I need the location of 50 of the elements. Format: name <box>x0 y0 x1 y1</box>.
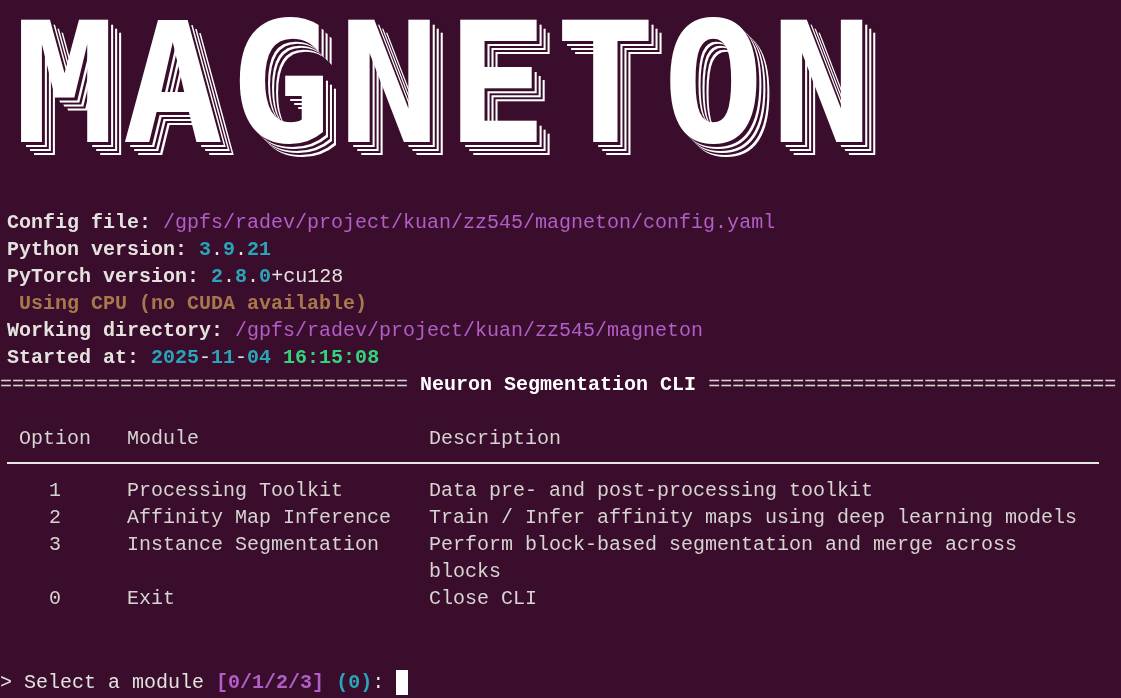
number-text: 11 <box>211 345 236 371</box>
prompt-text: Select a module <box>24 670 205 696</box>
option-number: 0 <box>48 586 62 612</box>
prompt-colon: : <box>372 670 385 696</box>
banner-title: Neuron Segmentation CLI <box>420 372 697 398</box>
choices-text: [0/1/2/3] <box>216 670 325 696</box>
field-label: Started at: <box>7 345 141 371</box>
column-header: Module <box>127 426 200 452</box>
module-name: Processing Toolkit <box>127 478 345 504</box>
rule-text: ================================== <box>708 372 1117 398</box>
field-label: Working directory: <box>7 318 225 344</box>
module-name: Instance Segmentation <box>127 532 381 558</box>
number-text: 8 <box>235 264 248 290</box>
number-text: 21 <box>247 237 272 263</box>
column-header: Description <box>429 426 563 452</box>
value-text: +cu128 <box>271 264 344 290</box>
value-text: . <box>247 264 260 290</box>
path-text: /gpfs/radev/project/kuan/zz545/magneton/config.yaml <box>163 210 776 236</box>
module-description: Perform block-based segmentation and merge across blocks <box>429 532 1019 585</box>
path-text: /gpfs/radev/project/kuan/zz545/magneton <box>235 318 704 344</box>
module-name: Affinity Map Inference <box>127 505 393 531</box>
warning-text: Using CPU (no CUDA available) <box>18 291 368 317</box>
number-text: 0 <box>259 264 272 290</box>
time-text: 16:15:08 <box>282 345 380 371</box>
module-description: Close CLI <box>429 586 539 612</box>
option-number: 1 <box>48 478 62 504</box>
field-label: Python version: <box>7 237 189 263</box>
number-text: 9 <box>223 237 236 263</box>
value-text: - <box>199 345 212 371</box>
module-name: Exit <box>127 586 176 612</box>
option-number: 3 <box>48 532 62 558</box>
field-label: PyTorch version: <box>7 264 201 290</box>
value-text: - <box>235 345 248 371</box>
rule-text: ================================== <box>0 372 409 398</box>
module-description: Train / Infer affinity maps using deep learning models <box>429 505 1079 531</box>
prompt-marker: > <box>0 670 12 696</box>
value-text: . <box>223 264 236 290</box>
default-text: (0) <box>336 670 373 696</box>
magneton-logo: MAGNETON <box>14 0 880 168</box>
field-label: Config file: <box>7 210 153 236</box>
number-text: 04 <box>247 345 272 371</box>
text-cursor[interactable] <box>396 670 409 695</box>
module-description: Data pre- and post-processing toolkit <box>429 478 875 504</box>
value-text: . <box>235 237 248 263</box>
value-text: . <box>211 237 224 263</box>
option-number: 2 <box>48 505 62 531</box>
column-header: Option <box>19 426 91 452</box>
number-text: 3 <box>199 237 212 263</box>
number-text: 2 <box>211 264 224 290</box>
number-text: 2025 <box>151 345 200 371</box>
